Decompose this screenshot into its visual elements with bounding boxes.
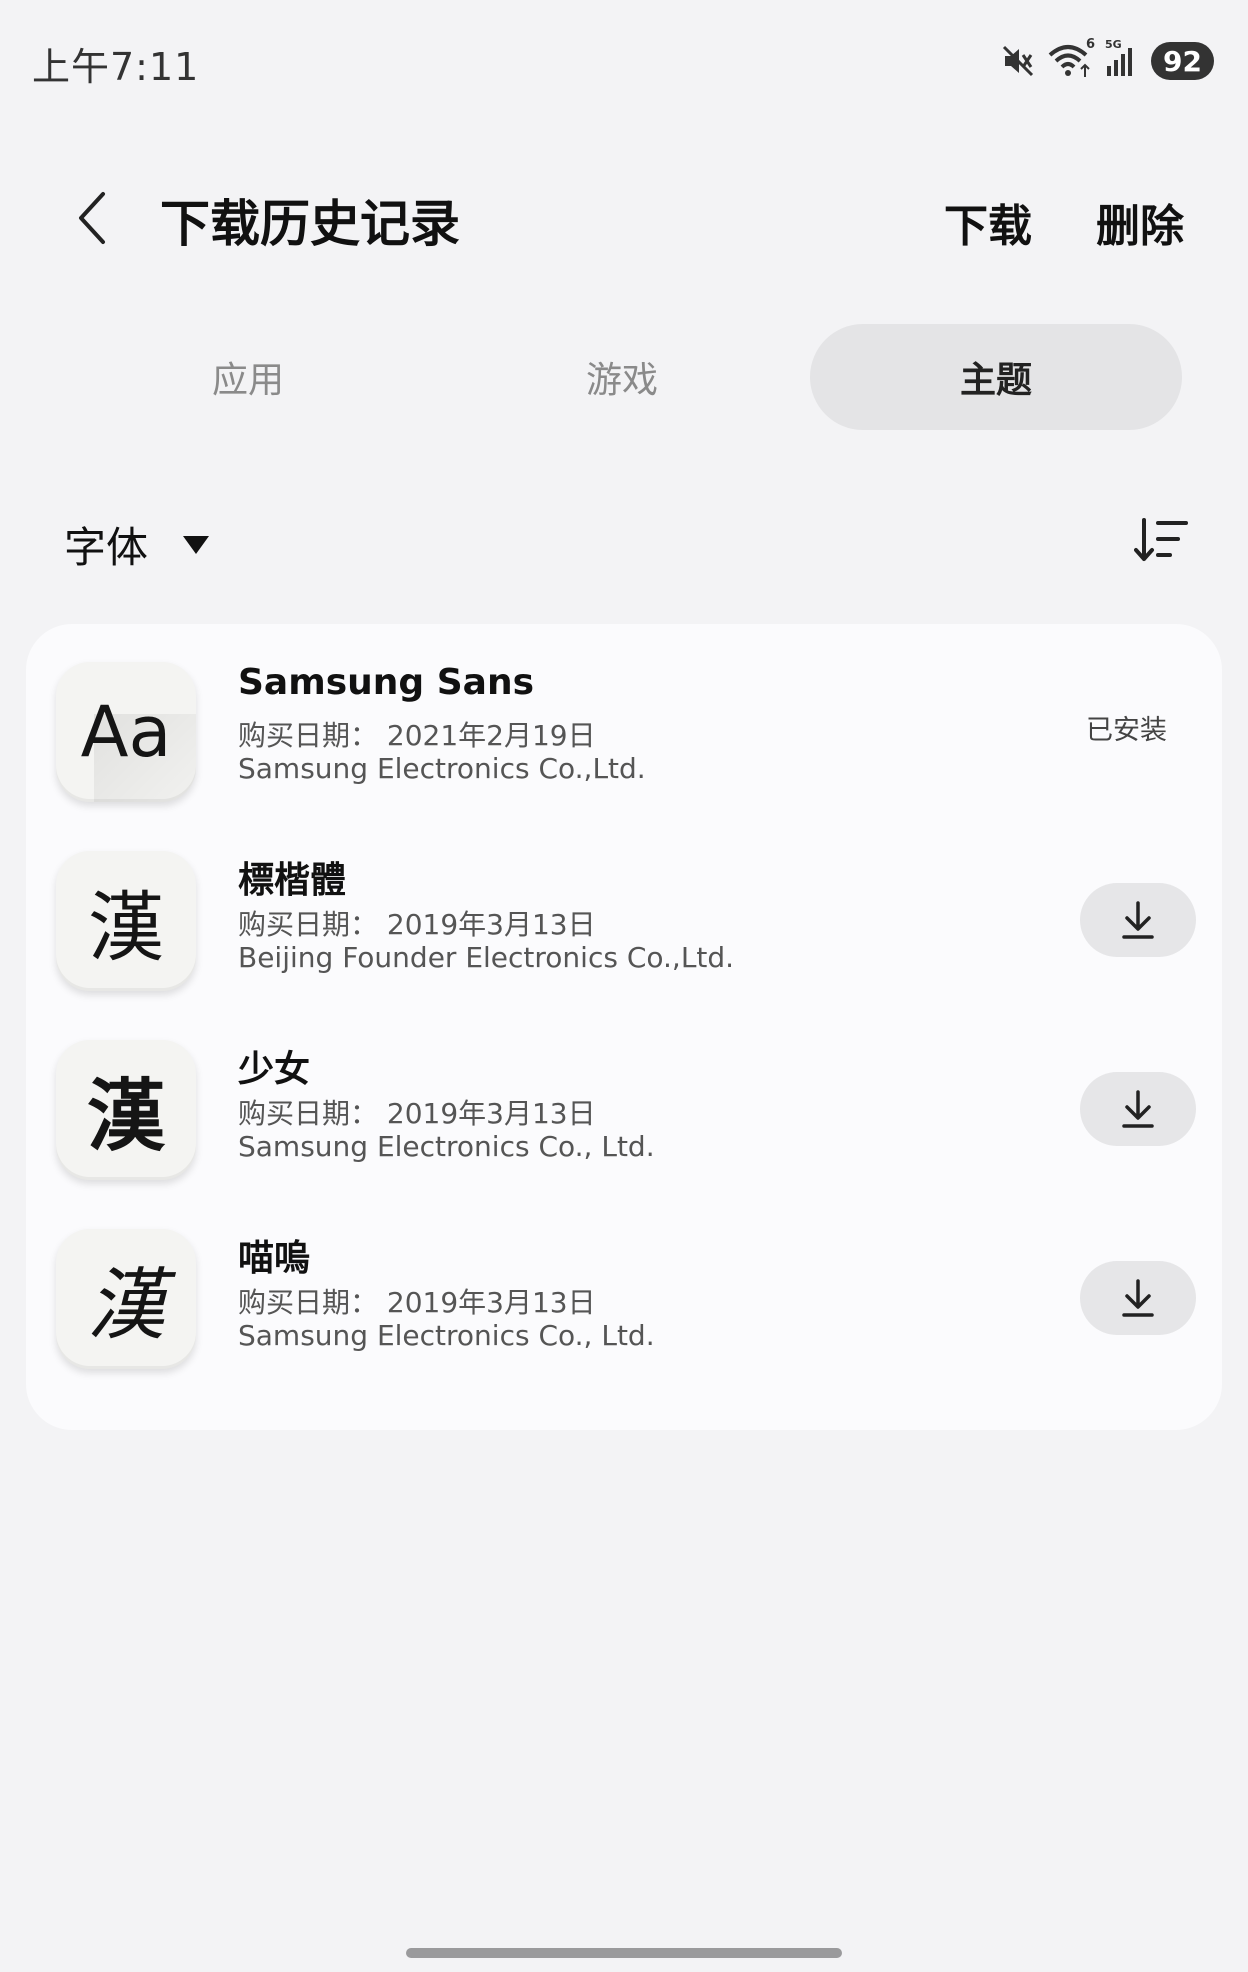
wifi-badge: 6 [1085,37,1096,52]
chevron-left-icon [79,192,105,244]
battery-indicator: 92 [1151,42,1214,80]
list-item[interactable]: 漢 標楷體 购买日期： 2019年3月13日 Beijing Founder E… [26,833,1222,1022]
tab-themes[interactable]: 主题 [810,324,1182,430]
font-preview-glyph: Aa [80,691,172,773]
download-button[interactable] [1080,883,1196,957]
wifi-icon: 6 [1047,37,1095,79]
tab-apps[interactable]: 应用 [62,324,434,430]
font-preview-thumbnail: Aa [56,662,196,802]
delete-action-button[interactable]: 删除 [1096,190,1184,254]
back-button[interactable] [60,186,124,250]
caret-down-icon [183,535,210,554]
network-type-badge: 5G [1105,38,1122,51]
home-indicator[interactable] [406,1948,842,1958]
item-purchase-date: 购买日期： 2021年2月19日 [238,719,596,752]
tab-games[interactable]: 游戏 [436,324,808,430]
download-button[interactable] [1080,1261,1196,1335]
item-purchase-date: 购买日期： 2019年3月13日 [238,1097,596,1130]
filter-selected-label: 字体 [64,523,149,572]
status-time: 上午7:11 [32,45,200,89]
mute-icon [1001,44,1035,78]
font-preview-glyph: 漢 [86,1261,165,1351]
item-name: 標楷體 [238,860,347,901]
item-vendor: Samsung Electronics Co., Ltd. [238,1130,655,1163]
list-item[interactable]: Aa Samsung Sans 购买日期： 2021年2月19日 Samsung… [26,644,1222,833]
font-preview-thumbnail: 漢 [56,851,196,991]
status-icons: 6 5G 92 [1001,37,1214,82]
item-purchase-date: 购买日期： 2019年3月13日 [238,1286,596,1319]
item-name: 喵嗚 [238,1238,311,1279]
signal-icon: 5G [1105,38,1139,78]
item-name: Samsung Sans [238,662,534,703]
installed-status: 已安装 [1086,715,1167,746]
font-preview-glyph: 漢 [86,1071,165,1162]
item-vendor: Samsung Electronics Co., Ltd. [238,1319,655,1352]
font-preview-thumbnail: 漢 [56,1229,196,1369]
category-tabs: 应用 游戏 主题 [0,324,1248,430]
font-preview-glyph: 漢 [88,883,164,972]
item-name: 少女 [238,1049,311,1090]
download-button[interactable] [1080,1072,1196,1146]
app-header: 下载历史记录 下载 删除 [0,170,1248,270]
item-purchase-date: 购买日期： 2019年3月13日 [238,908,596,941]
download-icon [1122,1279,1154,1317]
download-icon [1122,1090,1154,1128]
download-history-list: Aa Samsung Sans 购买日期： 2021年2月19日 Samsung… [26,624,1222,1430]
item-vendor: Samsung Electronics Co.,Ltd. [238,752,646,785]
sort-icon [1134,518,1188,561]
status-bar: 上午7:11 6 5G 92 [0,0,1248,120]
download-icon [1122,901,1154,939]
type-filter-dropdown[interactable]: 字体 [64,514,210,575]
download-action-button[interactable]: 下载 [944,190,1032,254]
item-vendor: Beijing Founder Electronics Co.,Ltd. [238,941,735,974]
list-item[interactable]: 漢 喵嗚 购买日期： 2019年3月13日 Samsung Electronic… [26,1211,1222,1400]
list-item[interactable]: 漢 少女 购买日期： 2019年3月13日 Samsung Electronic… [26,1022,1222,1211]
sort-button[interactable] [1130,512,1192,568]
font-preview-thumbnail: 漢 [56,1040,196,1180]
page-title: 下载历史记录 [160,195,460,253]
